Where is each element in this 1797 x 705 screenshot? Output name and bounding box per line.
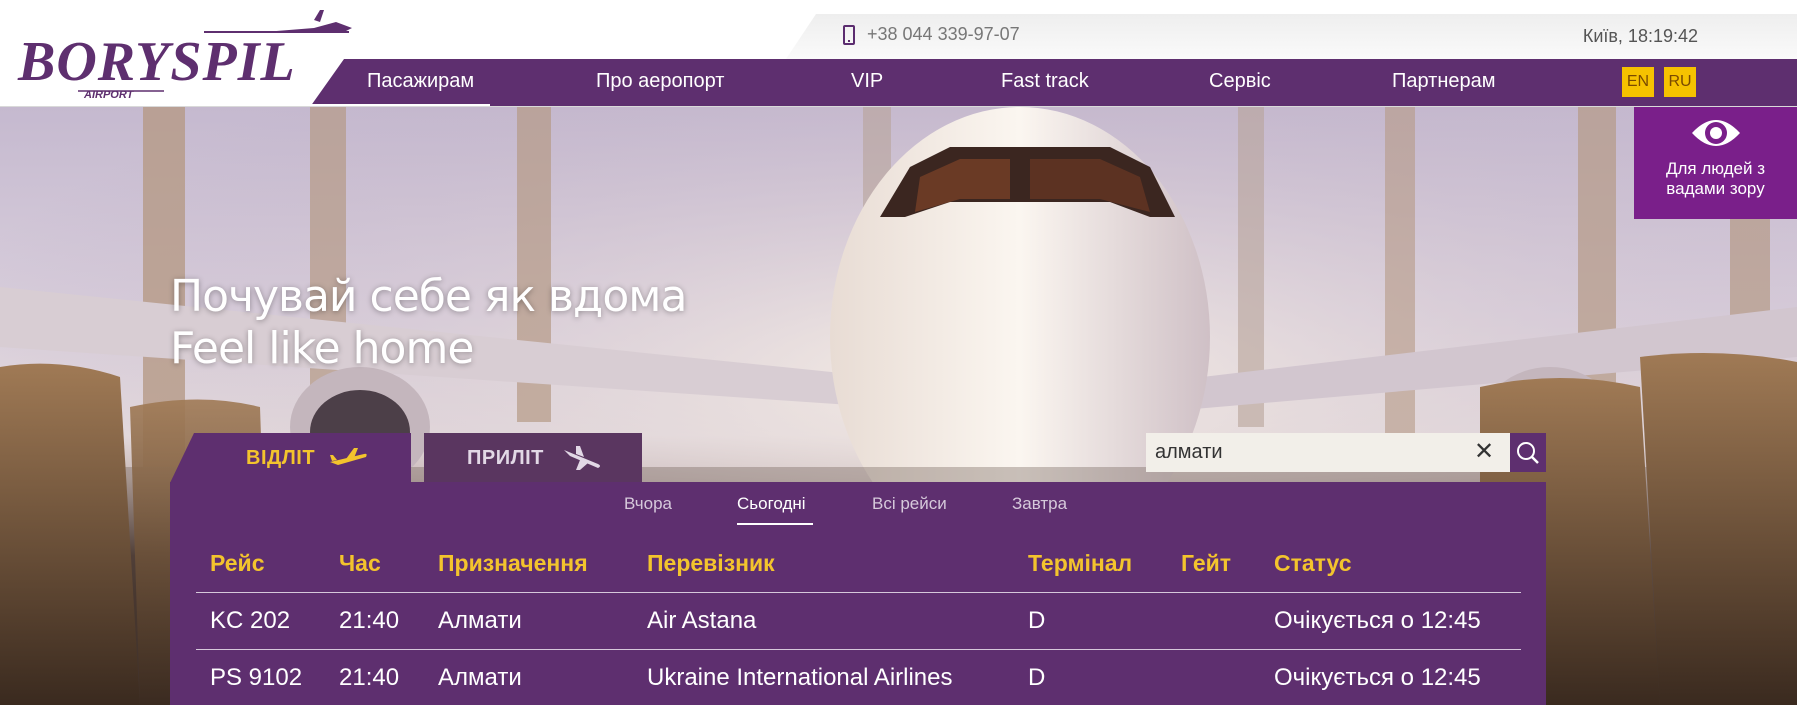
table-row-divider [196, 649, 1521, 650]
cell-carrier: Ukraine International Airlines [647, 664, 953, 691]
header-divider [0, 106, 1797, 107]
column-header-destination[interactable]: Призначення [438, 550, 588, 577]
cell-time: 21:40 [339, 664, 400, 691]
day-tab-tomorrow[interactable]: Завтра [1012, 494, 1067, 514]
cell-terminal: D [1028, 607, 1046, 634]
city-clock: Київ, 18:19:42 [1582, 26, 1698, 46]
cell-flight[interactable]: PS 9102 [210, 664, 302, 692]
flight-board: Вчора Сьогодні Всі рейси Завтра Рейс Час… [170, 482, 1546, 705]
search-icon [1517, 442, 1539, 464]
accessibility-label: Для людей з вадами зору [1634, 159, 1797, 199]
search-button[interactable] [1510, 433, 1546, 472]
phone-number[interactable]: +38 044 339-97-07 [867, 24, 1020, 45]
plane-takeoff-icon [330, 448, 367, 465]
nav-item-vip[interactable]: VIP [851, 70, 883, 93]
cell-terminal: D [1028, 664, 1046, 691]
accessibility-label-line1: Для людей з [1665, 159, 1766, 178]
accessibility-label-line2: вадами зору [1666, 179, 1765, 198]
tab-departures[interactable]: ВІДЛІТ [170, 433, 411, 483]
column-header-time[interactable]: Час [339, 550, 381, 577]
flight-search-input[interactable] [1146, 433, 1468, 472]
phone-icon [843, 24, 855, 45]
day-tab-today[interactable]: Сьогодні [737, 494, 806, 514]
nav-item-about[interactable]: Про аеропорт [596, 70, 724, 93]
day-tab-all-flights[interactable]: Всі рейси [872, 494, 947, 514]
lang-en-button[interactable]: EN [1622, 67, 1654, 97]
plane-landing-icon [564, 446, 600, 470]
cell-destination: Алмати [438, 664, 522, 691]
column-header-carrier[interactable]: Перевізник [647, 550, 775, 577]
phone-contact[interactable]: +38 044 339-97-07 [843, 24, 1020, 45]
cell-time: 21:40 [339, 607, 400, 634]
clear-search-icon[interactable]: ✕ [1474, 439, 1494, 465]
day-tab-yesterday[interactable]: Вчора [624, 494, 672, 514]
hero-title-ua: Почувай себе як вдома [170, 271, 687, 322]
day-tab-active-underline [737, 523, 813, 525]
cell-carrier: Air Astana [647, 607, 757, 634]
airport-logo[interactable]: BORYSPIL AIRPORT [14, 10, 374, 100]
column-header-status[interactable]: Статус [1274, 550, 1352, 577]
eye-icon [1692, 120, 1740, 146]
site-header: BORYSPIL AIRPORT +38 044 339-97-07 Київ,… [0, 0, 1797, 107]
cell-status: Очікується о 12:45 [1274, 607, 1481, 634]
nav-item-passengers[interactable]: Пасажирам [367, 70, 474, 93]
tab-arrivals-label: ПРИЛІТ [467, 447, 544, 469]
hero-title-en: Feel like home [170, 323, 474, 374]
svg-text:AIRPORT: AIRPORT [83, 89, 135, 100]
accessibility-button[interactable]: Для людей з вадами зору [1634, 107, 1797, 219]
nav-item-service[interactable]: Сервіс [1209, 70, 1271, 93]
cell-flight[interactable]: KC 202 [210, 607, 290, 635]
column-header-gate[interactable]: Гейт [1181, 550, 1231, 577]
column-header-terminal[interactable]: Термінал [1028, 550, 1132, 577]
tab-departures-label: ВІДЛІТ [246, 447, 316, 469]
table-header-divider [196, 592, 1521, 593]
cell-destination: Алмати [438, 607, 522, 634]
hero-title: Почувай себе як вдома Feel like home [170, 271, 687, 375]
cell-status: Очікується о 12:45 [1274, 664, 1481, 691]
lang-ru-button[interactable]: RU [1664, 67, 1696, 97]
column-header-flight[interactable]: Рейс [210, 550, 265, 577]
nav-item-fast-track[interactable]: Fast track [1001, 70, 1089, 93]
flight-search: ✕ [1146, 433, 1510, 472]
tab-arrivals[interactable]: ПРИЛІТ [424, 433, 642, 483]
svg-text:BORYSPIL: BORYSPIL [17, 31, 296, 93]
nav-item-partners[interactable]: Партнерам [1392, 70, 1496, 93]
